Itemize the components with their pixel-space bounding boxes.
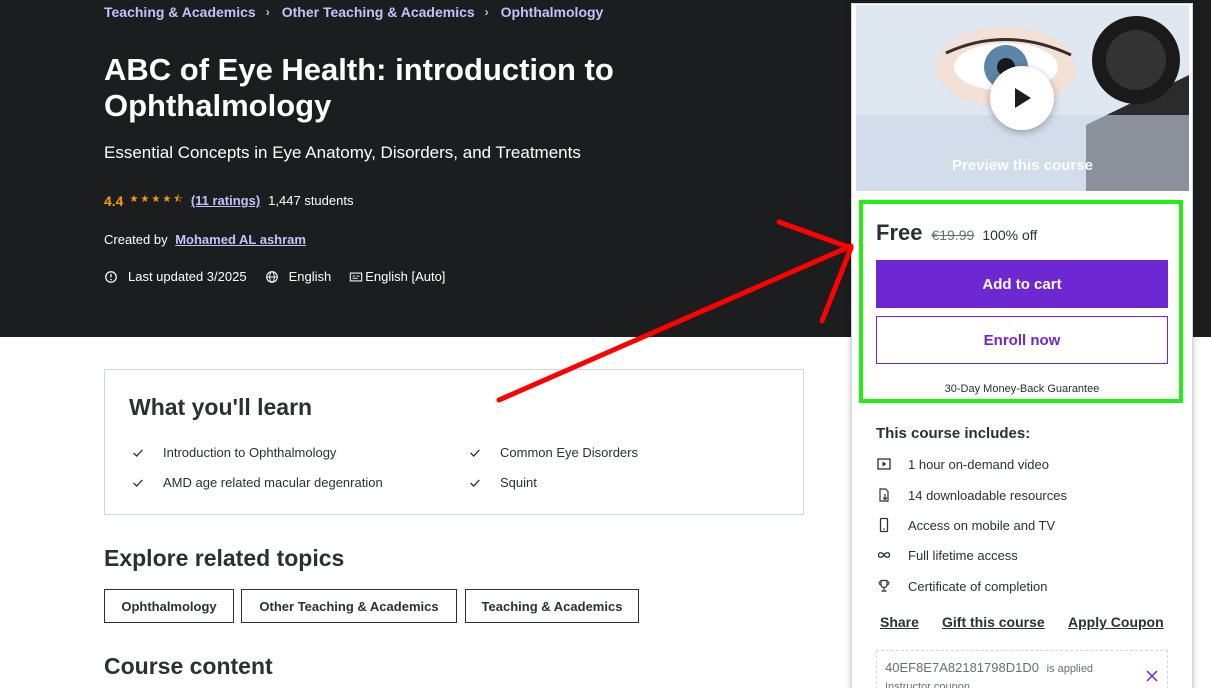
course-content-title: Course content: [104, 653, 273, 679]
learn-item-text: AMD age related macular degenration: [163, 475, 383, 490]
include-item-resources: 14 downloadable resources: [876, 487, 1067, 503]
breadcrumb-item-teaching[interactable]: Teaching & Academics: [104, 4, 256, 20]
breadcrumb-item-ophthalmology[interactable]: Ophthalmology: [501, 4, 604, 20]
trophy-icon: [878, 579, 890, 592]
learn-item: Squint: [468, 475, 537, 490]
topic-ophthalmology[interactable]: Ophthalmology: [104, 589, 234, 623]
check-icon: [470, 478, 480, 487]
learn-item: Common Eye Disorders: [468, 445, 638, 460]
include-item-label: Certificate of completion: [908, 578, 1048, 594]
coupon-applied-label: is applied: [1046, 663, 1094, 675]
topic-other-teaching[interactable]: Other Teaching & Academics: [241, 589, 457, 623]
created-by: Created by Mohamed AL ashram: [104, 232, 306, 247]
students-count: 1,447 students: [268, 193, 354, 208]
include-item-mobile: Access on mobile and TV: [876, 517, 1055, 533]
play-button[interactable]: [990, 66, 1054, 130]
play-icon: [1015, 88, 1031, 108]
gift-course-link[interactable]: Gift this course: [942, 614, 1045, 630]
learn-title: What you'll learn: [129, 394, 313, 420]
download-file-icon: [879, 488, 889, 502]
author-link[interactable]: Mohamed AL ashram: [175, 232, 306, 247]
learn-item-text: Common Eye Disorders: [500, 445, 638, 460]
course-language: English: [288, 269, 332, 284]
rating-row: 4.4 ★★★★⯪ (11 ratings) 1,447 students: [104, 192, 353, 209]
learn-item-text: Squint: [500, 475, 537, 490]
rating-value: 4.4: [104, 192, 124, 209]
coupon-code: 40EF8E7A82181798D1D0: [885, 660, 1039, 675]
check-icon: [133, 478, 143, 487]
close-icon[interactable]: [1145, 669, 1159, 683]
course-captions: English [Auto]: [365, 269, 446, 284]
globe-icon: [265, 270, 278, 283]
related-topics-title: Explore related topics: [104, 545, 345, 571]
captions-icon: [349, 272, 363, 281]
share-link[interactable]: Share: [880, 614, 919, 630]
includes-title: This course includes:: [876, 425, 1031, 442]
course-meta: Last updated 3/2025 English English [Aut…: [104, 269, 445, 284]
include-item-lifetime: Full lifetime access: [876, 547, 1018, 563]
course-title: ABC of Eye Health: introduction to Ophth…: [104, 52, 614, 123]
include-item-certificate: Certificate of completion: [876, 578, 1047, 594]
check-icon: [470, 448, 480, 457]
purchase-card: Preview this course Free €19.99 100% off…: [851, 3, 1193, 688]
include-item-label: 1 hour on-demand video: [908, 456, 1049, 472]
course-subtitle: Essential Concepts in Eye Anatomy, Disor…: [104, 143, 581, 162]
breadcrumb: Teaching & Academics › Other Teaching & …: [104, 4, 603, 20]
mobile-icon: [879, 517, 889, 533]
last-updated: Last updated 3/2025: [128, 269, 247, 284]
infinity-icon: [877, 552, 891, 558]
topic-teaching-academics[interactable]: Teaching & Academics: [465, 589, 639, 623]
chevron-right-icon: ›: [265, 5, 270, 19]
learn-item-text: Introduction to Ophthalmology: [163, 445, 337, 460]
coupon-code-row: 40EF8E7A82181798D1D0 is applied: [885, 660, 1093, 675]
chevron-right-icon: ›: [484, 5, 489, 19]
green-highlight-box: [859, 200, 1183, 403]
include-item-video: 1 hour on-demand video: [876, 456, 1049, 472]
applied-coupon: 40EF8E7A82181798D1D0 is applied Instruct…: [876, 650, 1168, 688]
preview-label: Preview this course: [952, 157, 1093, 174]
apply-coupon-link[interactable]: Apply Coupon: [1068, 614, 1164, 630]
learn-item: Introduction to Ophthalmology: [131, 445, 336, 460]
course-preview-video[interactable]: Preview this course: [856, 5, 1189, 191]
alert-clock-icon: [105, 270, 117, 283]
breadcrumb-item-other-teaching[interactable]: Other Teaching & Academics: [282, 4, 475, 20]
what-youll-learn: What you'll learn Introduction to Ophtha…: [104, 369, 804, 515]
check-icon: [133, 448, 143, 457]
video-icon: [877, 458, 891, 470]
star-rating-icon: ★★★★⯪: [129, 194, 185, 205]
coupon-type: Instructor coupon: [885, 681, 970, 688]
include-item-label: Full lifetime access: [908, 547, 1018, 563]
include-item-label: Access on mobile and TV: [908, 517, 1056, 533]
learn-item: AMD age related macular degenration: [131, 475, 383, 490]
ratings-count-link[interactable]: (11 ratings): [191, 193, 260, 208]
include-item-label: 14 downloadable resources: [908, 487, 1067, 503]
created-by-label: Created by: [104, 232, 168, 247]
